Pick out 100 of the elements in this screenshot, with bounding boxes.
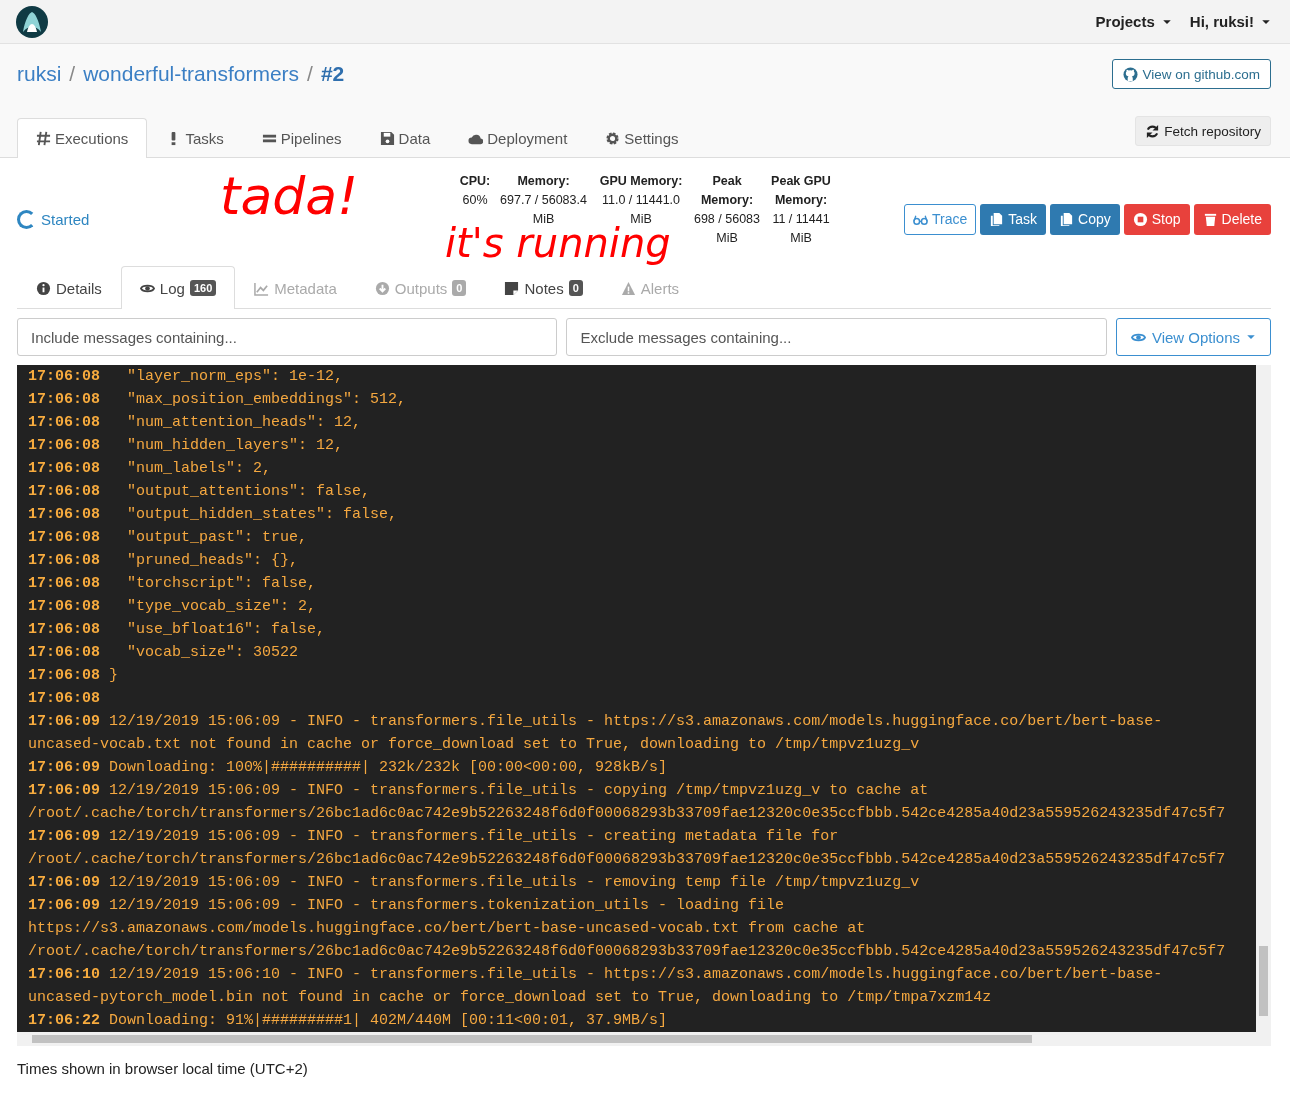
note-icon	[504, 280, 520, 296]
log-message: https://s3.amazonaws.com/models.huggingface.co/bert/bert-base-uncased-vocab.txt from cache at	[28, 920, 866, 937]
breadcrumb-link[interactable]: #2	[320, 62, 345, 86]
github-button[interactable]: View on github.com	[1112, 59, 1271, 89]
log-message: }	[109, 667, 119, 684]
nav-tab[interactable]: Settings	[586, 118, 698, 158]
log-message: "layer_norm_eps": 1e-12,	[126, 368, 344, 385]
log-message: Downloading: 100%|##########| 232k/232k [00:00<00:00, 928kB/s]	[109, 759, 668, 776]
filter-field[interactable]: Include messages containing...	[17, 318, 558, 356]
log-timestamp: 17:06:08	[28, 391, 100, 408]
log-message: 12/19/2019 15:06:09 - INFO - transformers.file_utils - creating metadata file for	[109, 828, 839, 845]
log-message: 12/19/2019 15:06:09 - INFO - transformers.file_utils - copying /tmp/tmpvz1uzg_v to cache at	[109, 782, 929, 799]
nav-tab[interactable]: Deployment	[449, 118, 587, 158]
action-button[interactable]: Task	[980, 203, 1047, 235]
log-message: "output_attentions": false,	[126, 483, 371, 500]
info-icon	[36, 280, 51, 296]
nav-tab[interactable]: Executions	[17, 118, 148, 158]
action-button[interactable]: Stop	[1123, 203, 1190, 235]
stat-label: Memory:	[517, 173, 570, 190]
log-timestamp: 17:06:22	[28, 1012, 100, 1029]
nav-menu-item[interactable]: Projects	[1095, 13, 1172, 30]
log-message: "pruned_heads": {},	[126, 552, 299, 569]
log-message: 12/19/2019 15:06:10 - INFO - transformers.file_utils - https://s3.amazonaws.com/models.huggingface.co/bert/bert-base-	[109, 966, 1163, 983]
download-icon	[374, 280, 390, 296]
breadcrumb-link[interactable]: wonderful-transformers	[83, 62, 300, 86]
log-message: "output_hidden_states": false,	[126, 506, 398, 523]
status-label: Started	[41, 210, 90, 228]
timezone-note: Times shown in browser local time (UTC+2)	[17, 1060, 309, 1077]
breadcrumb-link[interactable]: ruksi	[17, 62, 62, 86]
line-chart-icon	[254, 280, 270, 296]
stat-value: 11 / 11441 MiB	[771, 211, 831, 247]
hash-icon	[36, 131, 51, 146]
log-message: "vocab_size": 30522	[126, 644, 299, 661]
log-timestamp: 17:06:09	[28, 782, 100, 799]
action-button[interactable]: Copy	[1050, 203, 1120, 235]
log-timestamp: 17:06:08	[28, 368, 100, 385]
detail-tab[interactable]: Notes 0	[485, 266, 602, 309]
log-timestamp: 17:06:08	[28, 690, 100, 707]
filter-field[interactable]: Exclude messages containing...	[566, 318, 1107, 356]
log-timestamp: 17:06:10	[28, 966, 100, 983]
log-timestamp: 17:06:09	[28, 874, 100, 891]
stat-label: CPU:	[459, 173, 491, 190]
stat-label: Peak GPU Memory:	[770, 173, 832, 209]
breadcrumb-separator: /	[307, 62, 313, 86]
log-message: "torchscript": false,	[126, 575, 317, 592]
action-button[interactable]: Trace	[903, 203, 977, 235]
breadcrumb-separator: /	[69, 62, 76, 86]
log-timestamp: 17:06:08	[28, 552, 100, 569]
trash-icon	[1202, 211, 1218, 227]
log-message: /root/.cache/torch/transformers/26bc1ad6c0ac742e9b52263248f6d0f00068293b33709fae12320c0e35ccfbbb.542ce4285a40d23a559526243235df47c5f7	[28, 851, 1226, 868]
log-timestamp: 17:06:08	[28, 437, 100, 454]
log-timestamp: 17:06:08	[28, 598, 100, 615]
fetch-repository-button[interactable]: Fetch repository	[1135, 116, 1271, 146]
log-message: "use_bfloat16": false,	[126, 621, 326, 638]
log-message: uncased-pytorch_model.bin not found in cache or force_download set to True, downloading to /tmp/tmpa7xzm14z	[28, 989, 992, 1006]
vertical-scrollbar[interactable]	[1256, 365, 1271, 1032]
log-message: uncased-vocab.txt not found in cache or force_download set to True, downloading to /tmp/tmpvz1uzg_v	[28, 736, 920, 753]
count-badge: 0	[452, 280, 467, 296]
nav-menu-item[interactable]: Hi, ruksi!	[1189, 13, 1271, 30]
log-message: 12/19/2019 15:06:09 - INFO - transformers.file_utils - https://s3.amazonaws.com/models.huggingface.co/bert/bert-base-	[109, 713, 1163, 730]
log-timestamp: 17:06:08	[28, 506, 100, 523]
log-message: "num_attention_heads": 12,	[126, 414, 362, 431]
stat-value: 60%	[462, 192, 488, 209]
logo-icon[interactable]	[16, 5, 48, 38]
count-badge: 0	[568, 280, 583, 296]
horizontal-scrollbar[interactable]	[17, 1032, 1271, 1046]
log-timestamp: 17:06:09	[28, 828, 100, 845]
stat-label: Peak Memory:	[699, 173, 755, 209]
detail-tab[interactable]: Log 160	[120, 266, 236, 309]
github-icon	[1123, 66, 1139, 82]
log-timestamp: 17:06:09	[28, 713, 100, 730]
stat-value: 11.0 / 11441.0 MiB	[600, 192, 682, 226]
log-timestamp: 17:06:08	[28, 483, 100, 500]
nav-tab[interactable]: Pipelines	[242, 118, 361, 158]
log-timestamp: 17:06:08	[28, 621, 100, 638]
log-timestamp: 17:06:09	[28, 897, 100, 914]
settings-icon	[605, 131, 621, 146]
log-message: "num_labels": 2,	[126, 460, 272, 477]
copy-icon	[989, 211, 1005, 227]
stop-icon	[1132, 211, 1148, 227]
nav-tab[interactable]: Tasks	[147, 118, 243, 158]
copy-icon	[1059, 211, 1075, 227]
warning-icon	[620, 280, 636, 296]
view-options-button[interactable]: View Options	[1115, 318, 1271, 356]
log-message: /root/.cache/torch/transformers/26bc1ad6c0ac742e9b52263248f6d0f00068293b33709fae12320c0e35ccfbbb.542ce4285a40d23a559526243235df47c5f7	[28, 943, 1226, 960]
log-timestamp: 17:06:08	[28, 644, 100, 661]
log-timestamp: 17:06:08	[28, 575, 100, 592]
log-message: /root/.cache/torch/transformers/26bc1ad6c0ac742e9b52263248f6d0f00068293b33709fae12320c0e35ccfbbb.542ce4285a40d23a559526243235df47c5f7	[28, 805, 1226, 822]
log-timestamp: 17:06:09	[28, 759, 100, 776]
nav-tab[interactable]: Data	[360, 118, 450, 158]
log-timestamp: 17:06:08	[28, 667, 100, 684]
log-message: 12/19/2019 15:06:09 - INFO - transformers.tokenization_utils - loading file	[109, 897, 785, 914]
log-message: "num_hidden_layers": 12,	[126, 437, 344, 454]
log-timestamp: 17:06:08	[28, 460, 100, 477]
detail-tab[interactable]: Details	[17, 266, 121, 309]
action-button[interactable]: Delete	[1193, 203, 1271, 235]
log-timestamp: 17:06:08	[28, 414, 100, 431]
count-badge: 160	[189, 280, 217, 296]
handwritten-note: tada!	[220, 166, 358, 226]
refresh-icon	[1145, 123, 1161, 139]
